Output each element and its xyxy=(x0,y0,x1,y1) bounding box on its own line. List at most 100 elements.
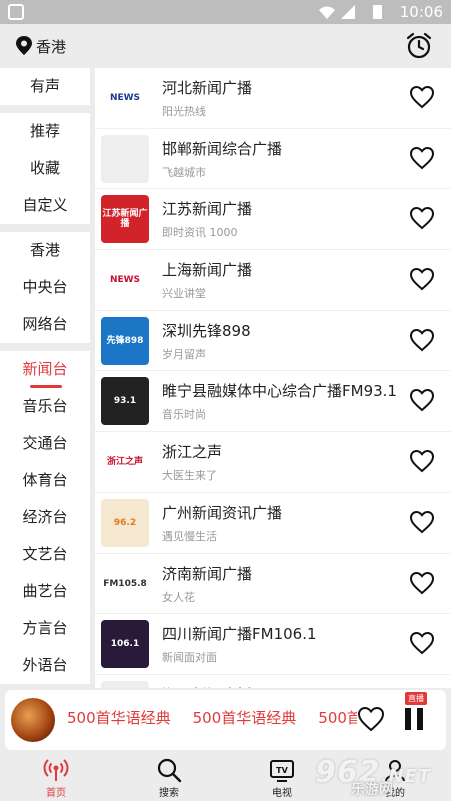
station-program: 即时资讯 1000 xyxy=(162,226,238,240)
station-list[interactable]: NEWS 河北新闻广播 阳光热线 邯郸新闻综合广播 飞越城市 江苏新闻广播 江苏新闻广播 即时… xyxy=(95,68,451,688)
sidebar-item[interactable]: 经济台 xyxy=(0,499,90,536)
favorite-heart-icon[interactable] xyxy=(409,449,435,473)
watermark-site-name: 乐游网 xyxy=(351,782,393,798)
station-logo: NEWS xyxy=(101,256,149,305)
alarm-clock-icon[interactable] xyxy=(405,32,433,60)
tab-home-label: 首页 xyxy=(46,788,66,799)
favorite-heart-icon[interactable] xyxy=(409,510,435,534)
location-selector[interactable]: 香港 xyxy=(14,34,66,58)
sidebar-item[interactable]: 香港 xyxy=(0,232,90,269)
site-watermark: 962.NET 乐游网 xyxy=(307,753,447,801)
station-row[interactable]: NEWS 上海新闻广播 兴业讲堂 xyxy=(95,250,451,311)
station-logo-text: FM105.8 xyxy=(103,578,147,589)
now-playing-title-repeat-2: 500首华语经典 xyxy=(318,709,357,727)
sidebar-item[interactable]: 音乐台 xyxy=(0,388,90,425)
favorite-heart-icon[interactable] xyxy=(409,571,435,595)
sidebar-item[interactable]: 自定义 xyxy=(0,187,90,224)
station-program: 岁月留声 xyxy=(162,347,206,361)
tab-search[interactable]: 搜索 xyxy=(129,753,209,801)
favorite-heart-icon[interactable] xyxy=(409,328,435,352)
sidebar-item[interactable]: 有声 xyxy=(0,68,90,105)
status-bar: 10:06 xyxy=(0,0,451,24)
station-program: 遇见慢生活 xyxy=(162,529,217,543)
tv-icon: TV xyxy=(270,760,294,782)
favorite-heart-icon[interactable] xyxy=(409,146,435,170)
station-row[interactable]: 106.1 四川新闻广播FM106.1 新闻面对面 xyxy=(95,614,451,675)
favorite-heart-icon[interactable] xyxy=(409,631,435,655)
pause-button[interactable] xyxy=(405,708,423,730)
live-badge: 直播 xyxy=(405,692,427,705)
sidebar-item[interactable]: 中央台 xyxy=(0,269,90,306)
sidebar-item[interactable]: 推荐 xyxy=(0,113,90,150)
sidebar-item[interactable]: 曲艺台 xyxy=(0,573,90,610)
station-logo-text: 93.1 xyxy=(113,396,137,407)
station-row[interactable]: FM105.8 济南新闻广播 女人花 xyxy=(95,554,451,615)
favorite-heart-icon[interactable] xyxy=(409,267,435,291)
station-row[interactable]: 93.1 睢宁县融媒体中心综合广播FM93.1 音乐时尚 xyxy=(95,371,451,433)
sidebar-item[interactable]: 文艺台 xyxy=(0,536,90,573)
station-program: 大医生来了 xyxy=(162,469,217,483)
now-playing-title-repeat: 500首华语经典 xyxy=(192,709,297,727)
station-logo-text: 96.2 xyxy=(113,517,137,528)
station-logo: 93.1 xyxy=(101,377,149,426)
station-name: 广州新闻资讯广播 xyxy=(162,503,283,522)
station-logo xyxy=(101,134,149,183)
station-row[interactable]: 浙江之声 浙江之声 大医生来了 xyxy=(95,432,451,493)
now-playing-cover[interactable] xyxy=(11,698,55,742)
radio-wave-icon xyxy=(43,759,69,781)
tab-home[interactable]: 首页 xyxy=(16,753,96,801)
station-row[interactable]: 邯郸新闻综合广播飞越城市 xyxy=(95,129,451,190)
station-row[interactable]: 江苏新闻广播 江苏新闻广播 即时资讯 1000 xyxy=(95,189,451,251)
station-logo: NEWS xyxy=(101,74,149,122)
station-logo: 106.1 xyxy=(101,620,149,669)
station-name: 江苏新闻广播 xyxy=(162,200,253,219)
sidebar-group: 有声 xyxy=(0,68,90,105)
station-program: 飞越城市 xyxy=(162,165,206,179)
sidebar-item[interactable]: 方言台 xyxy=(0,610,90,647)
station-row[interactable]: 先锋898 深圳先锋898 岁月留声 xyxy=(95,311,451,372)
pause-bar-left xyxy=(405,708,411,730)
station-program: 音乐时尚 xyxy=(162,408,206,422)
sidebar-item[interactable]: 交通台 xyxy=(0,425,90,462)
svg-text:TV: TV xyxy=(276,766,288,775)
status-time: 10:06 xyxy=(399,3,443,21)
station-row[interactable]: NEWS 河北新闻广播 阳光热线 xyxy=(95,68,451,129)
sidebar-item[interactable]: 网络台 xyxy=(0,306,90,343)
location-label: 香港 xyxy=(36,37,67,56)
mini-player[interactable]: 500首华语经典 500首华语经典 500首华语经典 直播 xyxy=(5,690,446,750)
station-logo: 先锋898 xyxy=(101,316,149,365)
station-logo-text: NEWS xyxy=(109,275,141,286)
station-row[interactable]: 96.2 广州新闻资讯广播遇见慢生活 xyxy=(95,493,451,554)
station-logo-text: 江苏新闻广播 xyxy=(102,209,148,230)
station-name: 四川新闻广播FM106.1 xyxy=(162,625,317,644)
sidebar-item[interactable]: 收藏 xyxy=(0,150,90,187)
sidebar-item[interactable]: 体育台 xyxy=(0,462,90,499)
pause-bar-right xyxy=(417,708,423,730)
station-name: 浙江之声 xyxy=(162,443,223,462)
status-icons xyxy=(319,5,382,19)
station-logo: 96.2 xyxy=(101,498,149,547)
station-logo: 浙江之声 xyxy=(101,438,149,487)
sidebar-group: 香港 中央台 网络台 xyxy=(0,232,90,343)
favorite-heart-icon[interactable] xyxy=(357,706,385,732)
sidebar-item[interactable]: 新闻台 xyxy=(0,351,90,388)
favorite-heart-icon[interactable] xyxy=(409,85,435,109)
notification-icon xyxy=(8,4,24,20)
sidebar-group: 推荐 收藏 自定义 xyxy=(0,113,90,224)
favorite-heart-icon[interactable] xyxy=(409,388,435,412)
station-logo-text: NEWS xyxy=(109,93,141,103)
location-pin-icon xyxy=(16,36,32,55)
station-logo-text: 106.1 xyxy=(110,639,140,650)
favorite-heart-icon[interactable] xyxy=(409,206,435,230)
station-program: 兴业讲堂 xyxy=(162,287,206,301)
tab-search-label: 搜索 xyxy=(159,788,179,799)
now-playing-marquee: 500首华语经典 500首华语经典 500首华语经典 xyxy=(67,707,357,731)
station-name: 河北新闻广播 xyxy=(162,79,253,97)
station-name: 邯郸新闻综合广播 xyxy=(162,139,283,158)
station-row[interactable]: 湖州新闻广播 xyxy=(95,675,451,688)
station-name: 深圳先锋898 xyxy=(162,321,251,340)
search-icon xyxy=(157,758,182,783)
category-sidebar[interactable]: 有声 推荐 收藏 自定义 香港 中央台 网络台 新闻台 音乐台 交通台 体育台 经济台 文艺台 曲艺台 方言… xyxy=(0,68,90,688)
station-logo-text: 浙江之声 xyxy=(106,457,143,468)
sidebar-item[interactable]: 外语台 xyxy=(0,647,90,684)
